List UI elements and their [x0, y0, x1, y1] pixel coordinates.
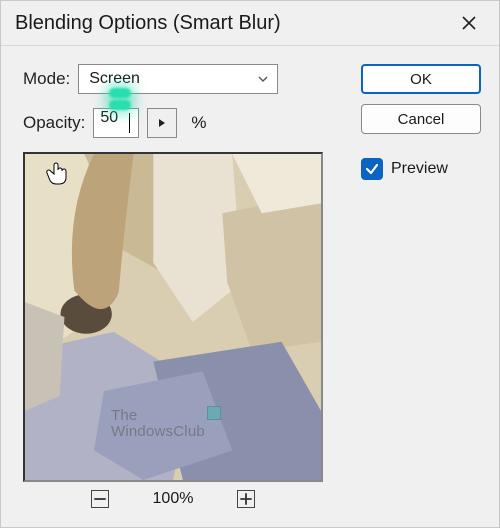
close-button[interactable] — [449, 7, 489, 39]
zoom-level: 100% — [153, 490, 194, 508]
watermark-line2: WindowsClub — [111, 424, 205, 440]
dialog-body: Mode: Screen Opacity: 50 % — [1, 46, 499, 527]
check-icon — [365, 162, 379, 176]
watermark-square — [207, 406, 221, 420]
cancel-button[interactable]: Cancel — [361, 104, 481, 134]
cancel-label: Cancel — [398, 111, 445, 128]
mode-select[interactable]: Screen — [78, 64, 278, 94]
text-caret — [129, 113, 130, 133]
preview-canvas[interactable]: The WindowsClub — [23, 152, 323, 482]
zoom-bar: 100% — [23, 482, 323, 508]
opacity-input[interactable]: 50 — [93, 108, 139, 138]
preview-label: Preview — [391, 160, 448, 178]
opacity-unit: % — [191, 113, 206, 133]
opacity-stepper[interactable] — [147, 108, 177, 138]
buttons-column: OK Cancel Preview — [361, 64, 481, 517]
opacity-label: Opacity: — [23, 113, 85, 133]
watermark-line1: The — [111, 408, 205, 424]
zoom-in-button[interactable] — [237, 490, 255, 508]
blending-options-dialog: Blending Options (Smart Blur) Mode: Scre… — [0, 0, 500, 528]
preview-checkbox[interactable] — [361, 158, 383, 180]
close-icon — [461, 15, 477, 31]
zoom-out-button[interactable] — [91, 490, 109, 508]
minus-icon — [92, 491, 108, 507]
mode-label: Mode: — [23, 69, 70, 89]
mode-value: Screen — [89, 70, 140, 88]
preview-wrapper: The WindowsClub 100% — [23, 152, 337, 508]
dialog-title: Blending Options (Smart Blur) — [15, 12, 281, 35]
opacity-value: 50 — [100, 109, 118, 126]
ok-label: OK — [410, 71, 432, 88]
ok-button[interactable]: OK — [361, 64, 481, 94]
controls-column: Mode: Screen Opacity: 50 % — [23, 64, 337, 517]
preview-toggle-row: Preview — [361, 158, 481, 180]
plus-icon — [238, 491, 254, 507]
hand-cursor-icon — [45, 160, 73, 188]
highlight-marker — [109, 88, 131, 98]
titlebar: Blending Options (Smart Blur) — [1, 1, 499, 46]
triangle-right-icon — [157, 118, 167, 128]
watermark-text: The WindowsClub — [111, 408, 205, 440]
chevron-down-icon — [257, 73, 269, 85]
opacity-row: Opacity: 50 % — [23, 108, 337, 138]
mode-row: Mode: Screen — [23, 64, 337, 94]
highlight-marker — [109, 100, 131, 110]
